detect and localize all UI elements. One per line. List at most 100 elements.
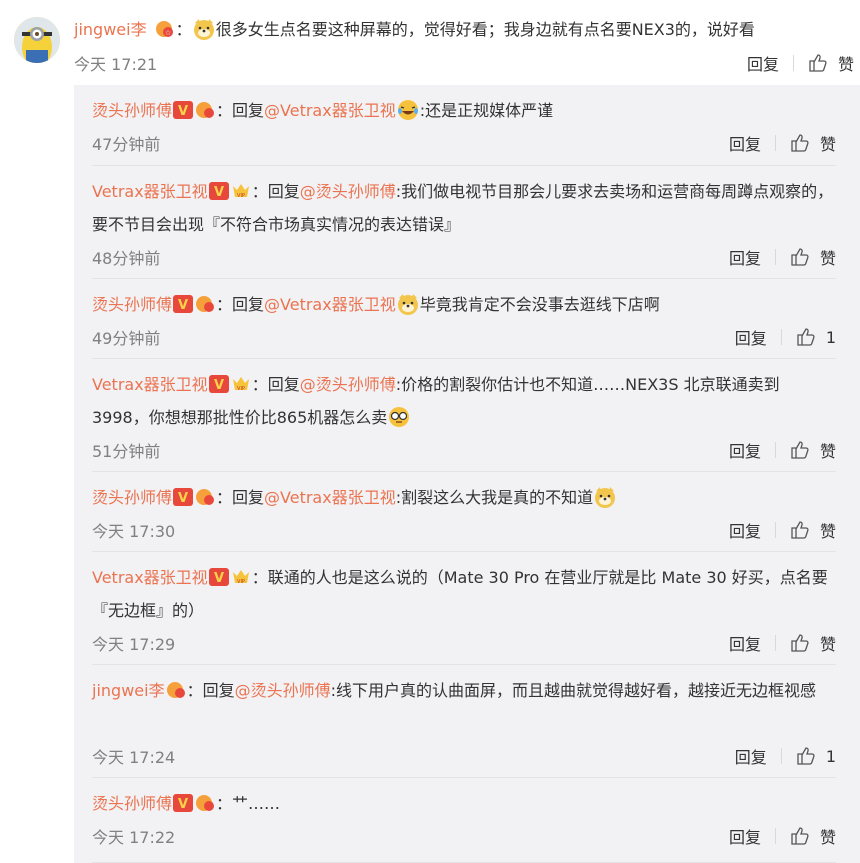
reply-text: jingwei李 ：回复@烫头孙师傅:线下用户真的认曲面屏，而且越曲就觉得越好看，… <box>92 674 836 707</box>
thumbs-up-icon[interactable] <box>790 247 810 267</box>
like-button[interactable]: 赞 <box>838 51 854 75</box>
reply-actions: 回复 赞 <box>729 245 836 269</box>
reply-button[interactable]: 回复 <box>729 631 761 655</box>
like-button[interactable]: 1 <box>826 747 836 766</box>
reply-mention[interactable]: @Vetrax器张卫视 <box>264 488 396 507</box>
fan-badge-icon <box>196 489 215 505</box>
divider <box>792 55 794 71</box>
reply-mention[interactable]: @烫头孙师傅 <box>300 182 396 201</box>
thumbs-up-icon[interactable] <box>790 826 810 846</box>
divider <box>774 635 776 651</box>
reply-actions: 回复 赞 <box>729 631 836 655</box>
reply-time: 51分钟前 <box>92 442 161 461</box>
like-button[interactable]: 赞 <box>820 131 836 155</box>
divider <box>774 442 776 458</box>
reply-text: 烫头孙师傅 V ：回复@Vetrax器张卫视 :还是正规媒体严谨 <box>92 94 836 127</box>
reply-author[interactable]: 烫头孙师傅 <box>92 794 172 813</box>
like-button[interactable]: 1 <box>826 328 836 347</box>
like-button[interactable]: 赞 <box>820 518 836 542</box>
reply-button[interactable]: 回复 <box>729 131 761 155</box>
verified-v-icon: V <box>173 101 194 119</box>
reply-author[interactable]: 烫头孙师傅 <box>92 101 172 120</box>
reply-author[interactable]: Vetrax器张卫视 <box>92 375 208 394</box>
reply-item: jingwei李 ：回复@烫头孙师傅:线下用户真的认曲面屏，而且越曲就觉得越好看，… <box>74 665 860 778</box>
reply-button[interactable]: 回复 <box>747 51 779 75</box>
svg-text:VIP: VIP <box>237 579 245 585</box>
reply-button[interactable]: 回复 <box>729 518 761 542</box>
thumbs-up-icon[interactable] <box>796 327 816 347</box>
thumbs-up-icon[interactable] <box>790 440 810 460</box>
doge-emoji-icon <box>595 487 616 508</box>
vip-badge-icon: VIP <box>232 184 249 199</box>
comment-actions: 回复 赞 <box>747 51 854 75</box>
reply-mention[interactable]: @Vetrax器张卫视 <box>264 101 396 120</box>
thumbs-up-icon[interactable] <box>796 746 816 766</box>
reply-text: 烫头孙师傅 V ：艹…… <box>92 787 836 820</box>
reply-text: 烫头孙师傅 V ：回复@Vetrax器张卫视 毕竟我肯定不会没事去逛线下店啊 <box>92 288 836 321</box>
reply-time: 今天 17:30 <box>92 522 176 541</box>
minion-avatar-icon <box>14 17 60 63</box>
reply-actions: 回复 1 <box>735 744 836 768</box>
reply-author[interactable]: Vetrax器张卫视 <box>92 182 208 201</box>
like-button[interactable]: 赞 <box>820 245 836 269</box>
reply-time: 今天 17:22 <box>92 828 176 847</box>
like-button[interactable]: 赞 <box>820 824 836 848</box>
reply-body: :线下用户真的认曲面屏，而且越曲就觉得越好看，越接近无边框视感 <box>330 681 817 700</box>
verified-v-icon: V <box>208 568 229 586</box>
verified-v-icon: V <box>173 488 194 506</box>
fan-badge-icon: ☆ <box>155 21 173 37</box>
svg-text:VIP: VIP <box>237 193 245 199</box>
svg-text:V: V <box>214 571 224 586</box>
divider <box>780 329 782 345</box>
reply-text: Vetrax器张卫视 V VIP ：联通的人也是这么说的（Mate 30 Pro 在营… <box>92 561 836 627</box>
reply-prefix: ：回复 <box>216 295 265 314</box>
like-button[interactable]: 赞 <box>820 631 836 655</box>
reply-mention[interactable]: @Vetrax器张卫视 <box>264 295 396 314</box>
divider <box>774 135 776 151</box>
reply-button[interactable]: 回复 <box>729 245 761 269</box>
reply-time: 49分钟前 <box>92 329 161 348</box>
reply-author[interactable]: 烫头孙师傅 <box>92 488 172 507</box>
reply-body: :还是正规媒体严谨 <box>419 101 554 120</box>
fan-badge-icon <box>196 795 215 811</box>
thumbs-up-icon[interactable] <box>808 53 828 73</box>
reply-body: :割裂这么大我是真的不知道 <box>395 488 594 507</box>
reply-button[interactable]: 回复 <box>735 325 767 349</box>
reply-item: 烫头孙师傅 V ：艹…… 今天 17:22 回复 赞 <box>74 778 860 863</box>
fan-badge-icon <box>166 682 185 698</box>
reply-button[interactable]: 回复 <box>735 744 767 768</box>
doge-emoji-icon <box>397 294 418 315</box>
reply-time: 48分钟前 <box>92 249 161 268</box>
thumbs-up-icon[interactable] <box>790 520 810 540</box>
thumbs-up-icon[interactable] <box>790 133 810 153</box>
avatar[interactable] <box>14 17 60 63</box>
reply-mention[interactable]: @烫头孙师傅 <box>300 375 396 394</box>
svg-text:☆: ☆ <box>165 29 171 37</box>
vip-badge-icon: VIP <box>232 377 249 392</box>
reply-time: 今天 17:29 <box>92 635 176 654</box>
reply-author[interactable]: Vetrax器张卫视 <box>92 568 208 587</box>
reply-item: 烫头孙师傅 V ：回复@Vetrax器张卫视:还是正规媒体严谨 47分钟前 回复 赞 <box>74 85 860 166</box>
divider <box>780 748 782 764</box>
reply-author[interactable]: jingwei李 <box>92 681 165 700</box>
reply-item: 烫头孙师傅 V ：回复@Vetrax器张卫视 毕竟我肯定不会没事去逛线下店啊 49分钟前… <box>74 279 860 359</box>
fan-badge-icon <box>196 102 215 118</box>
reply-author[interactable]: 烫头孙师傅 <box>92 295 172 314</box>
reply-time: 今天 17:24 <box>92 748 176 767</box>
main-comment-text: jingwei李 ☆ ： 很多女生点名要这种屏幕的，觉得好看；我身边就有点名要N… <box>74 16 755 44</box>
reply-prefix: ：回复 <box>251 375 300 394</box>
svg-text:V: V <box>214 378 224 393</box>
thumbs-up-icon[interactable] <box>790 633 810 653</box>
reply-item: Vetrax器张卫视 V VIP ：回复@烫头孙师傅:我们做电视节目那会儿要求去卖场和… <box>74 166 860 279</box>
comment-author[interactable]: jingwei李 <box>74 20 147 39</box>
reply-actions: 回复 赞 <box>729 131 836 155</box>
reply-mention[interactable]: @烫头孙师傅 <box>235 681 331 700</box>
reply-button[interactable]: 回复 <box>729 824 761 848</box>
reply-prefix: ：回复 <box>216 101 265 120</box>
reply-button[interactable]: 回复 <box>729 438 761 462</box>
reply-prefix: ：回复 <box>216 488 265 507</box>
like-button[interactable]: 赞 <box>820 438 836 462</box>
reply-prefix: ：回复 <box>186 681 235 700</box>
fan-badge-icon <box>196 296 215 312</box>
reply-actions: 回复 赞 <box>729 438 836 462</box>
